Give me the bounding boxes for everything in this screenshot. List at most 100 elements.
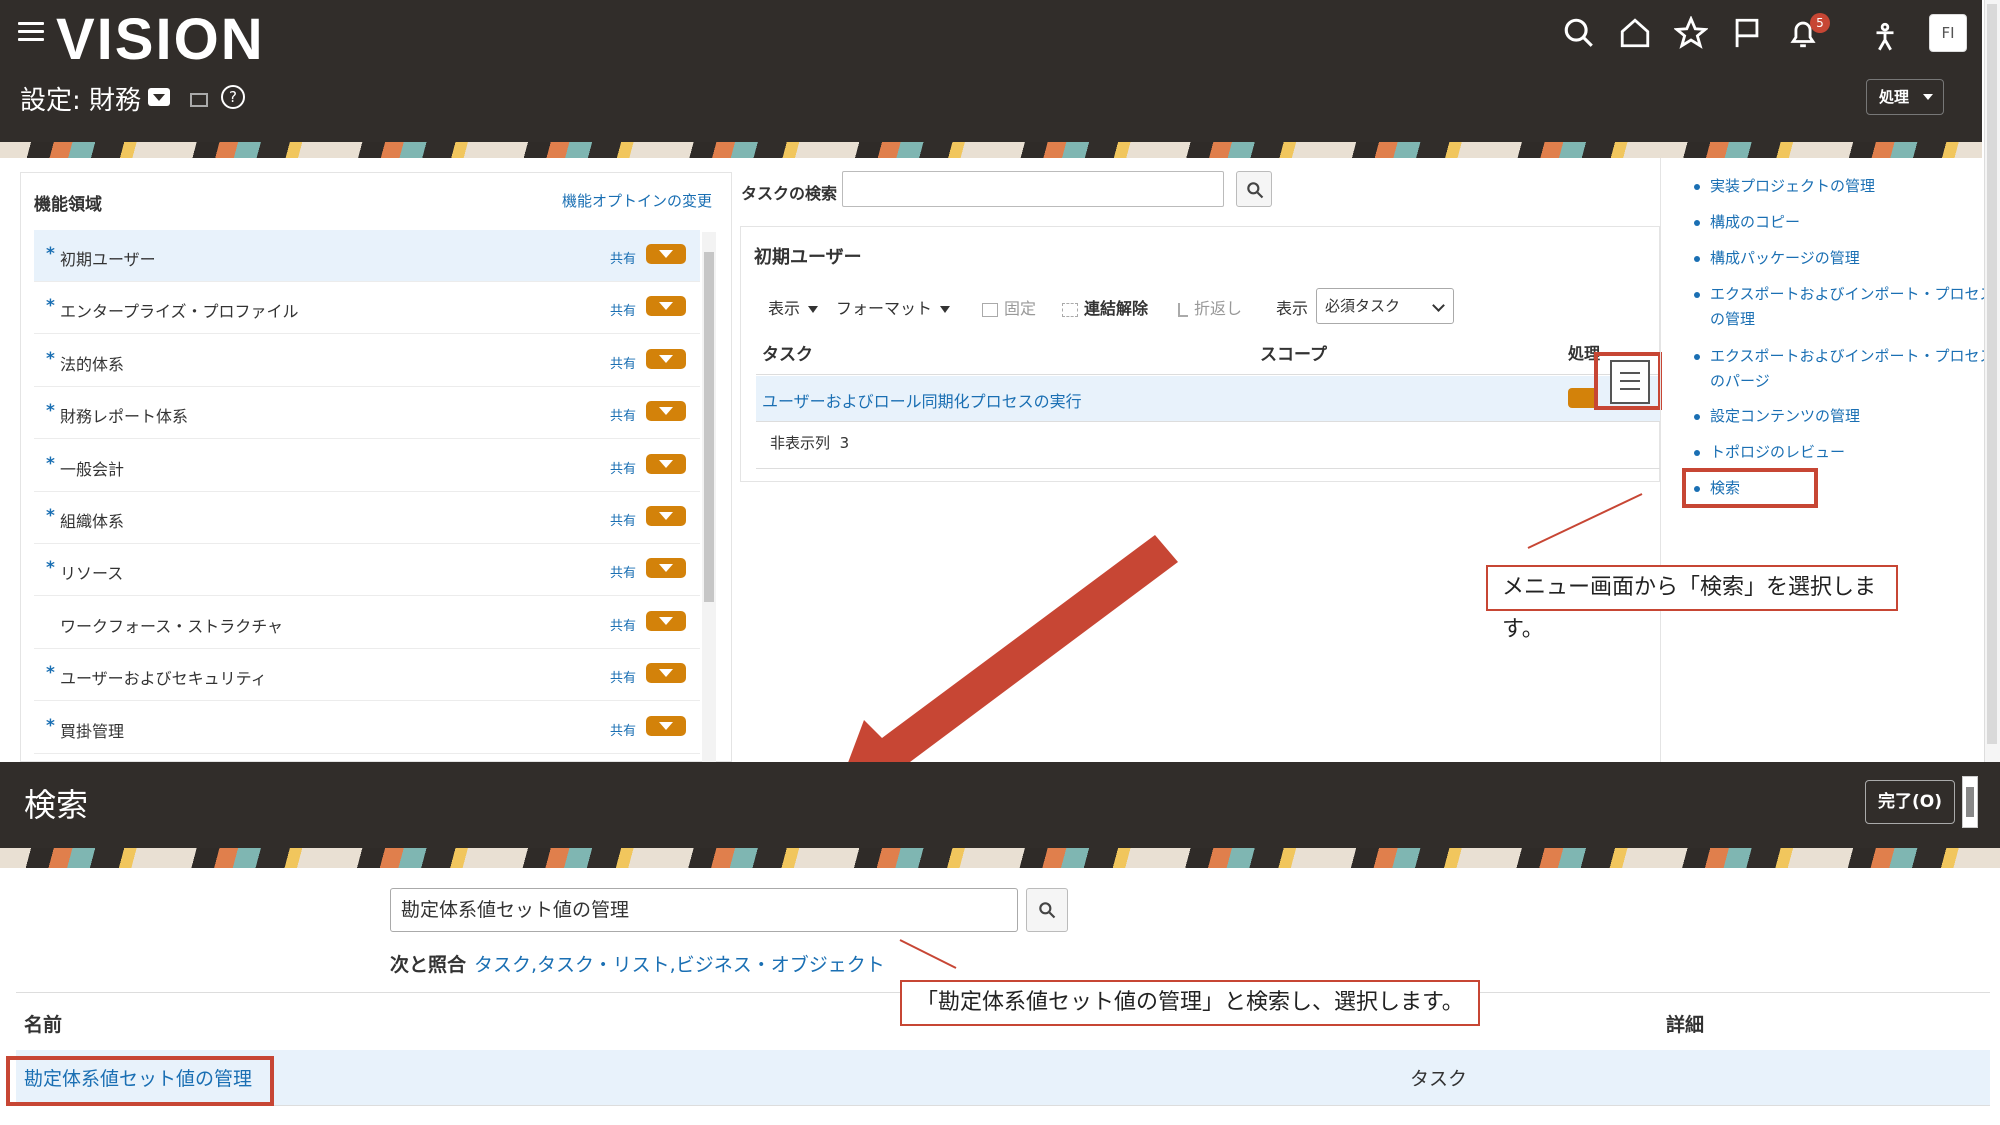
functional-area-label[interactable]: 法的体系 <box>60 351 124 375</box>
required-marker: * <box>46 296 55 317</box>
functional-area-row[interactable]: * リソース 共有 <box>34 544 700 597</box>
freeze-button[interactable]: 固定 <box>982 295 1036 319</box>
done-button[interactable]: 完了(O) <box>1865 780 1955 824</box>
required-marker: * <box>46 348 55 369</box>
rail-task-link[interactable]: エクスポートおよびインポート・プロセスの管理 <box>1710 282 2000 332</box>
title-dropdown-icon[interactable] <box>148 88 170 106</box>
rail-task-link[interactable]: エクスポートおよびインポート・プロセスのパージ <box>1710 344 2000 394</box>
functional-area-actions-button[interactable] <box>646 244 686 264</box>
functional-area-label[interactable]: ユーザーおよびセキュリティ <box>60 665 267 689</box>
view-menu[interactable]: 表示 <box>768 295 818 319</box>
accessibility-icon[interactable] <box>1868 20 1898 51</box>
functional-area-actions-button[interactable] <box>646 663 686 684</box>
required-marker: * <box>46 453 55 474</box>
functional-area-row[interactable]: * 法的体系 共有 <box>34 335 700 387</box>
detach-label: 連結解除 <box>1084 299 1149 318</box>
decorative-banner <box>0 142 1982 158</box>
watchlist-flag-icon[interactable] <box>1730 16 1766 52</box>
user-avatar[interactable]: FI <box>1929 14 1967 52</box>
functional-area-label[interactable]: 一般会計 <box>60 456 124 480</box>
functional-area-label[interactable]: 買掛管理 <box>60 718 124 742</box>
functional-area-row[interactable]: * ユーザーおよびセキュリティ 共有 <box>34 649 700 702</box>
functional-area-row[interactable]: * 買掛管理 共有 <box>34 702 700 754</box>
functional-area-label[interactable]: エンタープライズ・プロファイル <box>60 298 299 322</box>
page-scrollbar-thumb[interactable] <box>1987 4 1997 744</box>
required-marker: * <box>46 663 55 684</box>
rail-task-link[interactable]: 構成のコピー <box>1710 210 2000 235</box>
functional-area-row[interactable]: * エンタープライズ・プロファイル 共有 <box>34 282 700 335</box>
global-search-button[interactable] <box>1026 888 1068 932</box>
column-header-scope[interactable]: スコープ <box>1260 340 1327 365</box>
highlight-box-result <box>6 1056 274 1106</box>
functional-area-actions-button[interactable] <box>646 506 686 526</box>
shared-label: 共有 <box>610 461 637 477</box>
functional-area-row[interactable]: * 財務レポート体系 共有 <box>34 387 700 440</box>
bullet-icon <box>1694 354 1700 360</box>
vision-logo[interactable]: VISION <box>56 6 265 73</box>
functional-area-actions-button[interactable] <box>646 348 686 369</box>
home-icon[interactable] <box>1618 16 1654 52</box>
shared-label: 共有 <box>610 566 637 582</box>
functional-area-label[interactable]: 財務レポート体系 <box>60 403 188 427</box>
functional-area-actions-button[interactable] <box>646 453 686 474</box>
functional-areas-scrollbar-thumb[interactable] <box>704 252 714 602</box>
column-header-details[interactable]: 詳細 <box>1666 1010 1704 1037</box>
functional-area-actions-button[interactable] <box>646 715 686 736</box>
search-icon[interactable] <box>1562 16 1598 52</box>
functional-area-row[interactable]: * 初期ユーザー 共有 <box>34 230 700 282</box>
match-types-link[interactable]: タスク,タスク・リスト,ビジネス・オブジェクト <box>474 950 885 977</box>
functional-area-label[interactable]: 組織体系 <box>60 508 124 532</box>
hidden-columns-label: 非表示列 3 <box>770 432 849 453</box>
shared-label: 共有 <box>610 304 637 320</box>
shared-label: 共有 <box>610 514 637 529</box>
functional-area-actions-button[interactable] <box>646 296 686 317</box>
bullet-icon <box>1694 220 1700 226</box>
format-menu[interactable]: フォーマット <box>836 295 950 319</box>
table-row[interactable] <box>16 1050 1990 1106</box>
match-against-label: 次と照合 <box>390 954 467 976</box>
highlight-box-task-icon <box>1594 352 1662 410</box>
wrap-label: 折返し <box>1194 299 1243 318</box>
required-marker: * <box>46 715 55 736</box>
functional-area-actions-button[interactable] <box>646 610 686 631</box>
functional-area-label[interactable]: リソース <box>60 560 123 584</box>
notification-count-badge: 5 <box>1810 13 1830 33</box>
functional-area-row[interactable]: * 一般会計 共有 <box>34 440 700 492</box>
shared-label: 共有 <box>610 409 637 425</box>
task-link[interactable]: ユーザーおよびロール同期化プロセスの実行 <box>762 388 1082 412</box>
task-panel-title: 初期ユーザー <box>754 247 862 268</box>
decorative-banner <box>0 848 2000 868</box>
functional-area-label[interactable]: ワークフォース・ストラクチャ <box>60 613 283 637</box>
rail-task-link[interactable]: トポロジのレビュー <box>1710 440 2000 465</box>
task-search-input[interactable] <box>842 171 1224 207</box>
shared-label: 共有 <box>610 356 637 372</box>
show-filter-select[interactable]: 必須タスク <box>1316 288 1454 324</box>
rail-task-link[interactable]: 実装プロジェクトの管理 <box>1710 174 2000 199</box>
functional-area-row[interactable]: ワークフォース・ストラクチャ 共有 <box>34 597 700 649</box>
functional-area-actions-button[interactable] <box>646 558 686 579</box>
favorites-star-icon[interactable] <box>1673 15 1710 52</box>
bullet-icon <box>1694 414 1700 420</box>
page-title: 設定: 財務 <box>20 86 142 116</box>
functional-area-label[interactable]: 初期ユーザー <box>60 246 156 270</box>
task-search-button[interactable] <box>1236 171 1272 207</box>
menu-icon[interactable] <box>18 22 44 42</box>
change-feature-optin-link[interactable]: 機能オプトインの変更 <box>562 190 712 211</box>
global-search-input[interactable]: 勘定体系値セット値の管理 <box>390 888 1018 932</box>
wrap-button[interactable]: 折返し <box>1178 295 1242 319</box>
show-label: 表示 <box>1276 299 1309 318</box>
search-panel-scrollbar[interactable] <box>1962 776 1978 828</box>
detach-button[interactable]: 連結解除 <box>1062 295 1148 319</box>
wrap-icon <box>1178 302 1188 317</box>
rail-task-link[interactable]: 構成パッケージの管理 <box>1710 246 2000 271</box>
task-panel <box>740 226 1660 482</box>
task-list-icon[interactable] <box>190 93 208 107</box>
help-icon[interactable]: ? <box>221 85 245 109</box>
functional-area-row[interactable]: * 組織体系 共有 <box>34 492 700 544</box>
actions-menu-button[interactable]: 処理 <box>1866 79 1944 115</box>
functional-area-actions-button[interactable] <box>646 401 686 422</box>
column-header-task[interactable]: タスク <box>762 340 813 365</box>
column-header-name[interactable]: 名前 <box>24 1010 62 1037</box>
required-marker: * <box>46 244 55 264</box>
rail-task-link[interactable]: 設定コンテンツの管理 <box>1710 404 2000 429</box>
